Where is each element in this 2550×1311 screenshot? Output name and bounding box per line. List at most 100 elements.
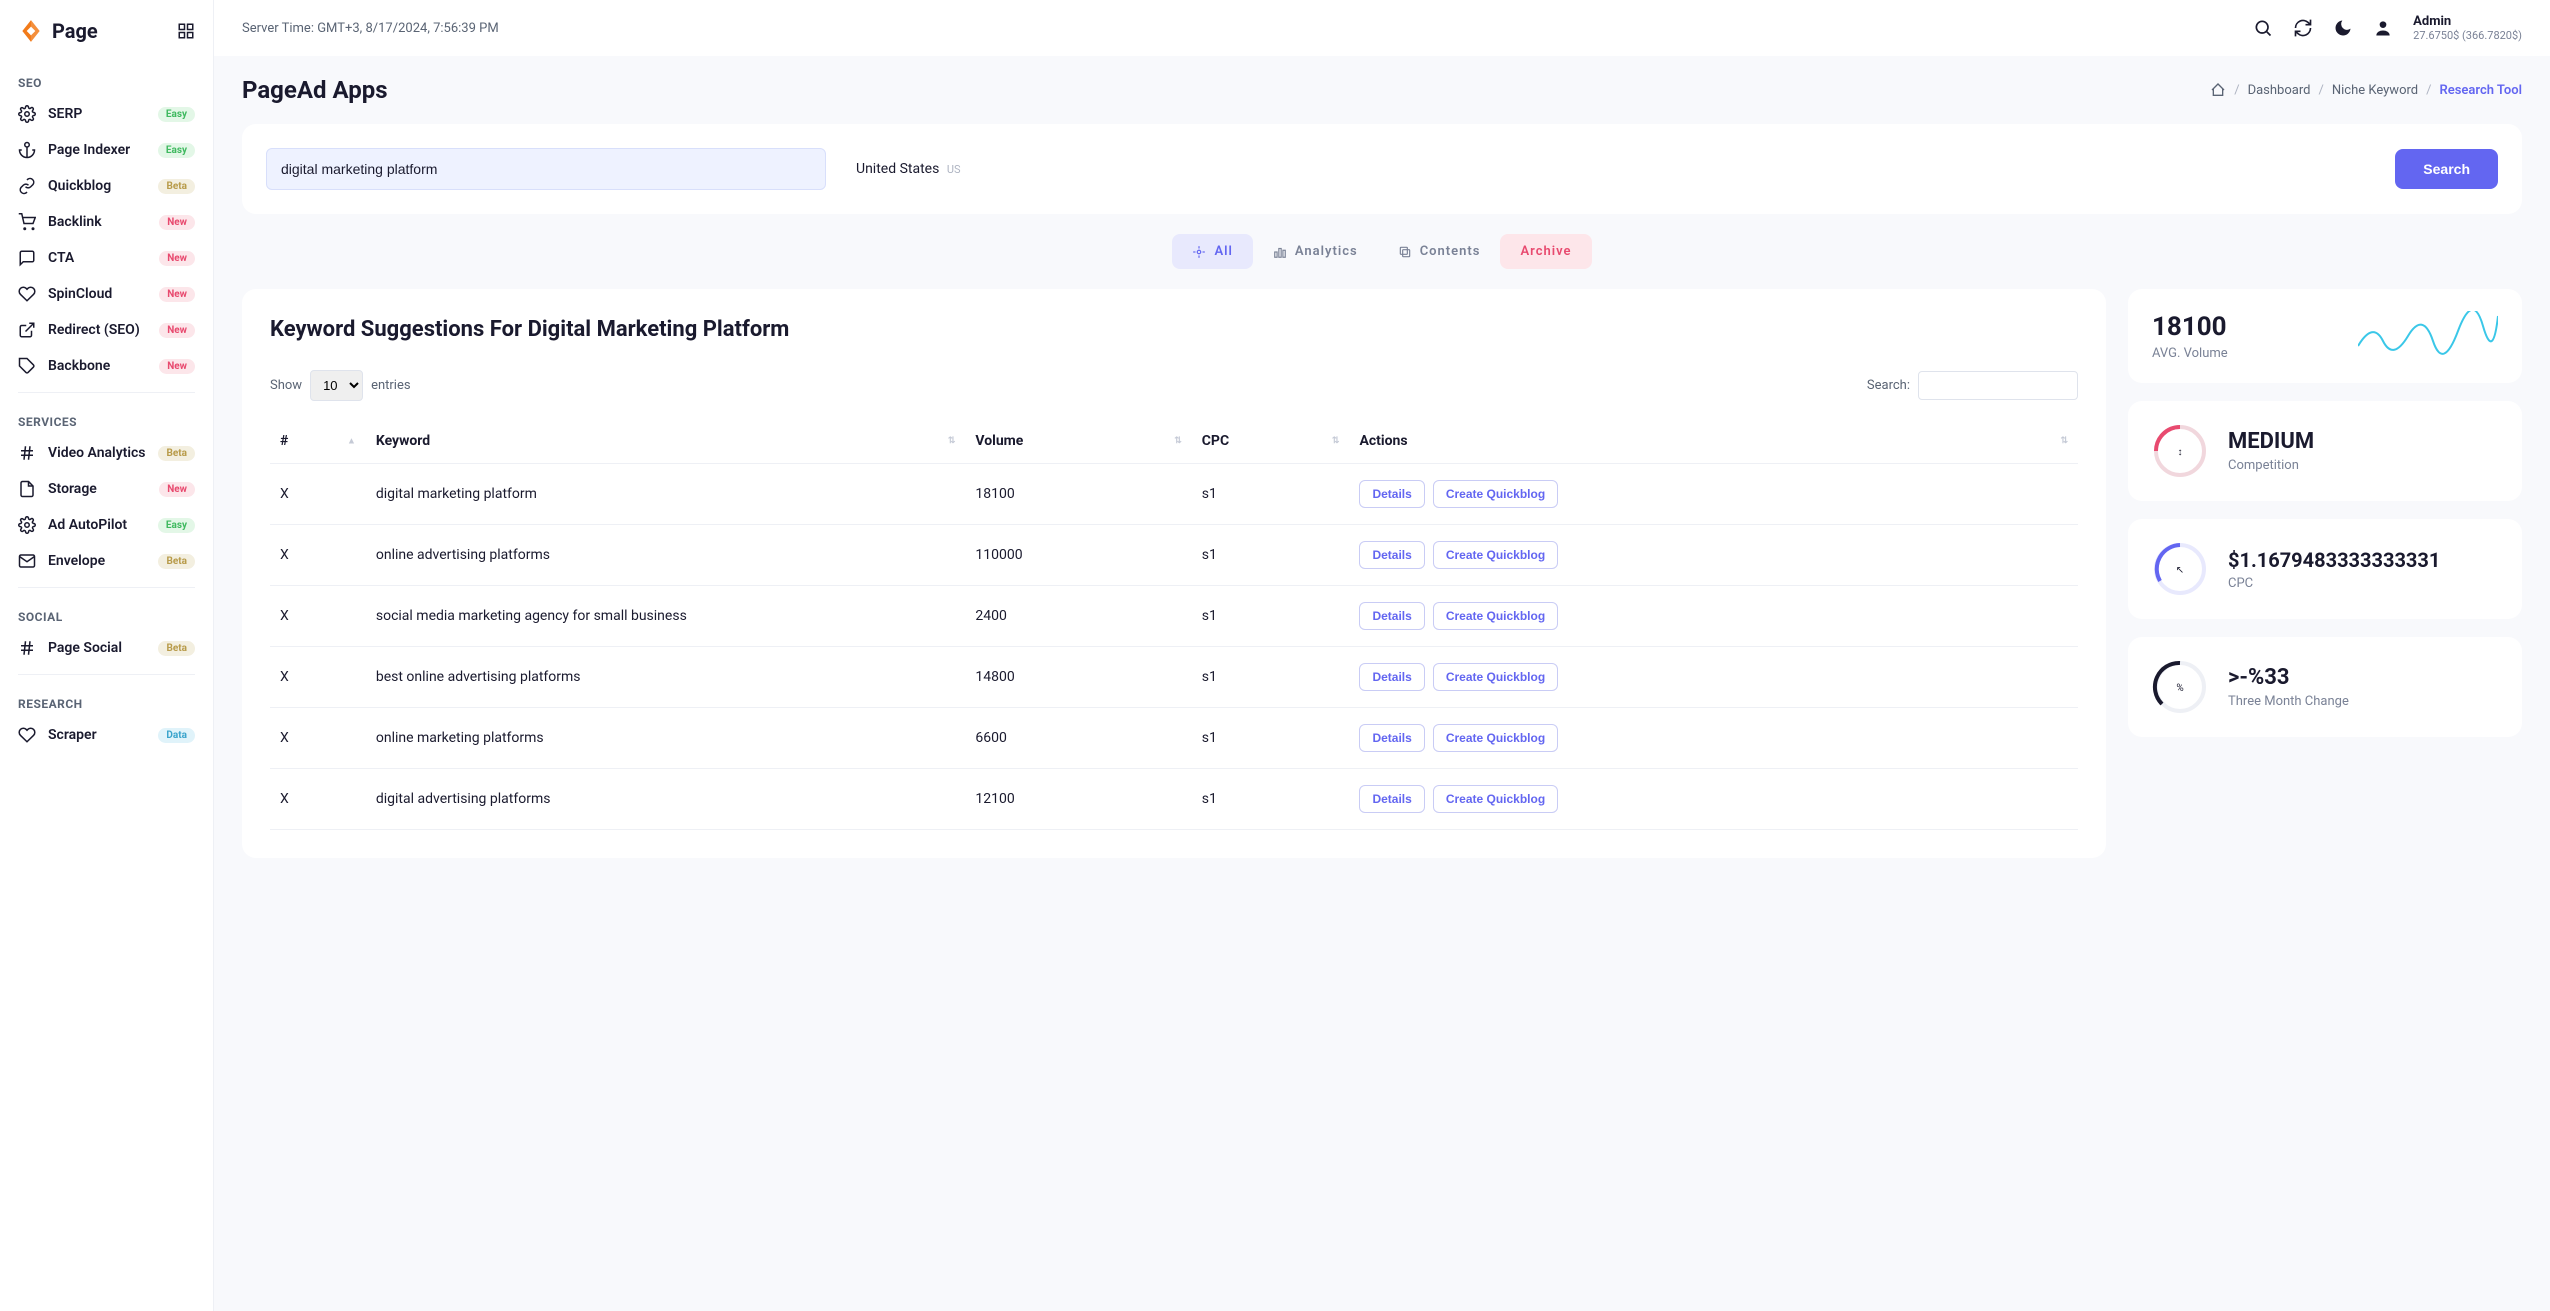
create-quickblog-button[interactable]: Create Quickblog (1433, 480, 1558, 508)
dark-mode-icon[interactable] (2333, 18, 2353, 38)
breadcrumb-niche-keyword[interactable]: Niche Keyword (2332, 83, 2418, 98)
external-icon (18, 321, 36, 339)
tab-analytics[interactable]: Analytics (1253, 234, 1378, 269)
cell-cpc: s1 (1192, 586, 1350, 647)
mail-icon (18, 552, 36, 570)
sidebar-item-backbone[interactable]: Backbone New (0, 348, 213, 384)
details-button[interactable]: Details (1359, 602, 1424, 630)
cell-idx: X (270, 647, 366, 708)
badge-new: New (159, 251, 195, 266)
stats-column: 18100 AVG. Volume ↕ MEDIUM Competition ↖ (2128, 289, 2522, 858)
anchor-icon (18, 141, 36, 159)
sidebar-item-label: Page Social (48, 640, 122, 656)
sidebar-item-label: Quickblog (48, 178, 111, 194)
col-actions[interactable]: Actions⇅ (1349, 419, 2078, 464)
create-quickblog-button[interactable]: Create Quickblog (1433, 785, 1558, 813)
sidebar-item-spincloud[interactable]: SpinCloud New (0, 276, 213, 312)
competition-label: Competition (2228, 458, 2314, 473)
cell-cpc: s1 (1192, 464, 1350, 525)
chart-icon (1273, 245, 1287, 259)
gear-icon (18, 105, 36, 123)
badge-new: New (159, 323, 195, 338)
sidebar-item-label: SERP (48, 106, 82, 122)
user-avatar-icon[interactable] (2373, 18, 2393, 38)
topbar-actions: Admin 27.6750$ (366.7820$) (2253, 14, 2522, 42)
svg-text:%: % (2176, 683, 2183, 694)
refresh-icon[interactable] (2293, 18, 2313, 38)
cpc-ring-icon: ↖ (2152, 541, 2208, 597)
cell-idx: X (270, 708, 366, 769)
table-row: X social media marketing agency for smal… (270, 586, 2078, 647)
keyword-input[interactable] (266, 148, 826, 190)
table-title: Keyword Suggestions For Digital Marketin… (270, 317, 2078, 342)
badge-beta: Beta (158, 446, 195, 461)
hash-icon (18, 444, 36, 462)
tab-archive[interactable]: Archive (1500, 234, 1591, 269)
server-time: Server Time: GMT+3, 8/17/2024, 7:56:39 P… (242, 21, 499, 36)
user-info[interactable]: Admin 27.6750$ (366.7820$) (2413, 14, 2522, 42)
sidebar-item-label: CTA (48, 250, 74, 266)
search-icon[interactable] (2253, 18, 2273, 38)
create-quickblog-button[interactable]: Create Quickblog (1433, 541, 1558, 569)
badge-beta: Beta (158, 554, 195, 569)
cell-volume: 110000 (965, 525, 1191, 586)
file-icon (18, 480, 36, 498)
sidebar-item-quickblog[interactable]: Quickblog Beta (0, 168, 213, 204)
copy-icon (1398, 245, 1412, 259)
tab-contents[interactable]: Contents (1378, 234, 1501, 269)
logo[interactable]: Page (18, 18, 98, 44)
search-button[interactable]: Search (2395, 149, 2498, 189)
create-quickblog-button[interactable]: Create Quickblog (1433, 724, 1558, 752)
user-name: Admin (2413, 14, 2451, 29)
sidebar-item-serp[interactable]: SERP Easy (0, 96, 213, 132)
cell-keyword: digital advertising platforms (366, 769, 966, 830)
sort-icon: ⇅ (2060, 436, 2068, 446)
col-volume[interactable]: Volume⇅ (965, 419, 1191, 464)
cell-cpc: s1 (1192, 647, 1350, 708)
tab-archive-label: Archive (1520, 244, 1571, 259)
sidebar-item-page-indexer[interactable]: Page Indexer Easy (0, 132, 213, 168)
sidebar-item-page-social[interactable]: Page Social Beta (0, 630, 213, 666)
cell-keyword: digital marketing platform (366, 464, 966, 525)
table-search-input[interactable] (1918, 371, 2078, 400)
volume-sparkline (2358, 311, 2498, 361)
details-button[interactable]: Details (1359, 541, 1424, 569)
sidebar-item-envelope[interactable]: Envelope Beta (0, 543, 213, 579)
cell-keyword: social media marketing agency for small … (366, 586, 966, 647)
country-select[interactable]: United States US (842, 149, 2379, 189)
entries-select[interactable]: 10 (310, 370, 363, 401)
avg-volume-label: AVG. Volume (2152, 346, 2228, 361)
breadcrumb-dashboard[interactable]: Dashboard (2248, 83, 2311, 98)
create-quickblog-button[interactable]: Create Quickblog (1433, 663, 1558, 691)
details-button[interactable]: Details (1359, 480, 1424, 508)
sidebar-item-storage[interactable]: Storage New (0, 471, 213, 507)
sidebar-item-backlink[interactable]: Backlink New (0, 204, 213, 240)
nav-section-title: SOCIAL (0, 596, 213, 630)
nav-divider (18, 392, 195, 393)
details-button[interactable]: Details (1359, 663, 1424, 691)
sidebar-item-cta[interactable]: CTA New (0, 240, 213, 276)
badge-easy: Easy (158, 107, 195, 122)
col-cpc[interactable]: CPC⇅ (1192, 419, 1350, 464)
col-keyword[interactable]: Keyword⇅ (366, 419, 966, 464)
home-icon[interactable] (2210, 82, 2226, 98)
nav-section-title: SERVICES (0, 401, 213, 435)
sidebar-item-ad-autopilot[interactable]: Ad AutoPilot Easy (0, 507, 213, 543)
tab-all[interactable]: All (1172, 234, 1252, 269)
details-button[interactable]: Details (1359, 785, 1424, 813)
breadcrumb-current: Research Tool (2439, 83, 2522, 98)
chat-icon (18, 249, 36, 267)
sidebar-item-label: Page Indexer (48, 142, 130, 158)
breadcrumb: / Dashboard / Niche Keyword / Research T… (2210, 82, 2522, 98)
col-idx[interactable]: #▲ (270, 419, 366, 464)
link-icon (18, 177, 36, 195)
create-quickblog-button[interactable]: Create Quickblog (1433, 602, 1558, 630)
apps-grid-icon[interactable] (177, 22, 195, 40)
details-button[interactable]: Details (1359, 724, 1424, 752)
cell-cpc: s1 (1192, 708, 1350, 769)
sidebar-item-redirect-seo-[interactable]: Redirect (SEO) New (0, 312, 213, 348)
sidebar-item-scraper[interactable]: Scraper Data (0, 717, 213, 753)
sidebar-item-label: Ad AutoPilot (48, 517, 127, 533)
sidebar-item-video-analytics[interactable]: Video Analytics Beta (0, 435, 213, 471)
cell-cpc: s1 (1192, 525, 1350, 586)
